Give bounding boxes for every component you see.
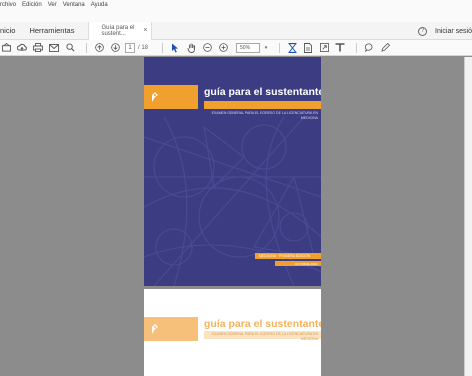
help-icon[interactable]: ? xyxy=(418,26,428,36)
fullscreen-icon[interactable] xyxy=(318,42,330,54)
annotate-icon[interactable] xyxy=(334,42,346,54)
toolbar-divider xyxy=(86,42,87,53)
right-panel-strip[interactable] xyxy=(464,57,472,376)
menu-edicion[interactable]: Edición xyxy=(22,2,42,8)
document-page-1: guía para el sustentante EXAMEN GENERAL … xyxy=(144,57,321,286)
home-icon[interactable] xyxy=(0,42,12,54)
cover-subtitle: EXAMEN GENERAL PARA EL EGRESO DE LA LICE… xyxy=(211,111,318,120)
cloud-upload-icon[interactable] xyxy=(16,42,28,54)
toolbar-divider xyxy=(356,42,358,53)
cover-title: guía para el sustentante xyxy=(204,86,321,98)
zoom-select[interactable]: 50% xyxy=(236,42,261,53)
tab-right-area: ? Iniciar sesió xyxy=(418,22,472,40)
document-page-2: guía para el sustentante EXAMEN GENERAL … xyxy=(144,289,321,376)
search-icon[interactable] xyxy=(64,42,76,54)
tab-tools[interactable]: Herramientas xyxy=(21,26,88,35)
logo-icon xyxy=(152,92,158,102)
toolbar-divider xyxy=(279,42,281,53)
tab-document-label: Guía para el sustent... xyxy=(101,24,135,37)
menu-ventana[interactable]: Ventana xyxy=(63,2,85,8)
close-icon[interactable]: × xyxy=(143,27,147,34)
fit-page-icon[interactable] xyxy=(286,42,298,54)
chevron-down-icon[interactable]: ▾ xyxy=(263,42,269,54)
mail-icon[interactable] xyxy=(48,42,60,54)
tab-document[interactable]: Guía para el sustent... × xyxy=(88,21,153,40)
menu-ayuda[interactable]: Ayuda xyxy=(91,2,108,8)
hand-icon[interactable] xyxy=(185,42,197,54)
page2-subtitle: EXAMEN GENERAL PARA EL EGRESO DE LA LICE… xyxy=(211,332,318,341)
zoom-out-icon[interactable] xyxy=(201,42,213,54)
signin-link[interactable]: Iniciar sesió xyxy=(435,28,472,35)
arrow-down-circle-icon[interactable] xyxy=(109,42,121,54)
toolbar-divider xyxy=(162,42,164,53)
page2-title: guía para el sustentante xyxy=(204,318,321,330)
menu-ver[interactable]: Ver xyxy=(48,2,57,8)
page-icon[interactable] xyxy=(302,42,314,54)
cursor-icon[interactable] xyxy=(169,42,181,54)
page-number-input[interactable]: 1 xyxy=(125,42,135,53)
print-icon[interactable] xyxy=(32,42,44,54)
page-total: / 18 xyxy=(138,44,149,51)
pen-icon[interactable] xyxy=(379,42,391,54)
menu-bar: rchivo Edición Ver Ventana Ayuda xyxy=(0,0,472,22)
comment-icon[interactable] xyxy=(363,42,375,54)
cover-logo xyxy=(144,85,198,109)
cover-subtitle-band xyxy=(204,101,321,109)
page2-logo xyxy=(144,317,198,341)
arrow-up-circle-icon[interactable] xyxy=(93,42,105,54)
toolbar: 1 / 18 50% ▾ xyxy=(0,40,472,56)
tab-bar: nicio Herramientas Guía para el sustent.… xyxy=(0,21,472,40)
logo-icon xyxy=(152,324,158,334)
zoom-in-icon[interactable] xyxy=(217,42,229,54)
cover-band-edition: MEDICINA · PRIMERA EDICIÓN xyxy=(255,253,321,259)
menu-archivo[interactable]: rchivo xyxy=(0,2,16,8)
tab-home[interactable]: nicio xyxy=(0,26,21,35)
cover-band-date: OCTUBRE 2019 xyxy=(275,261,321,266)
